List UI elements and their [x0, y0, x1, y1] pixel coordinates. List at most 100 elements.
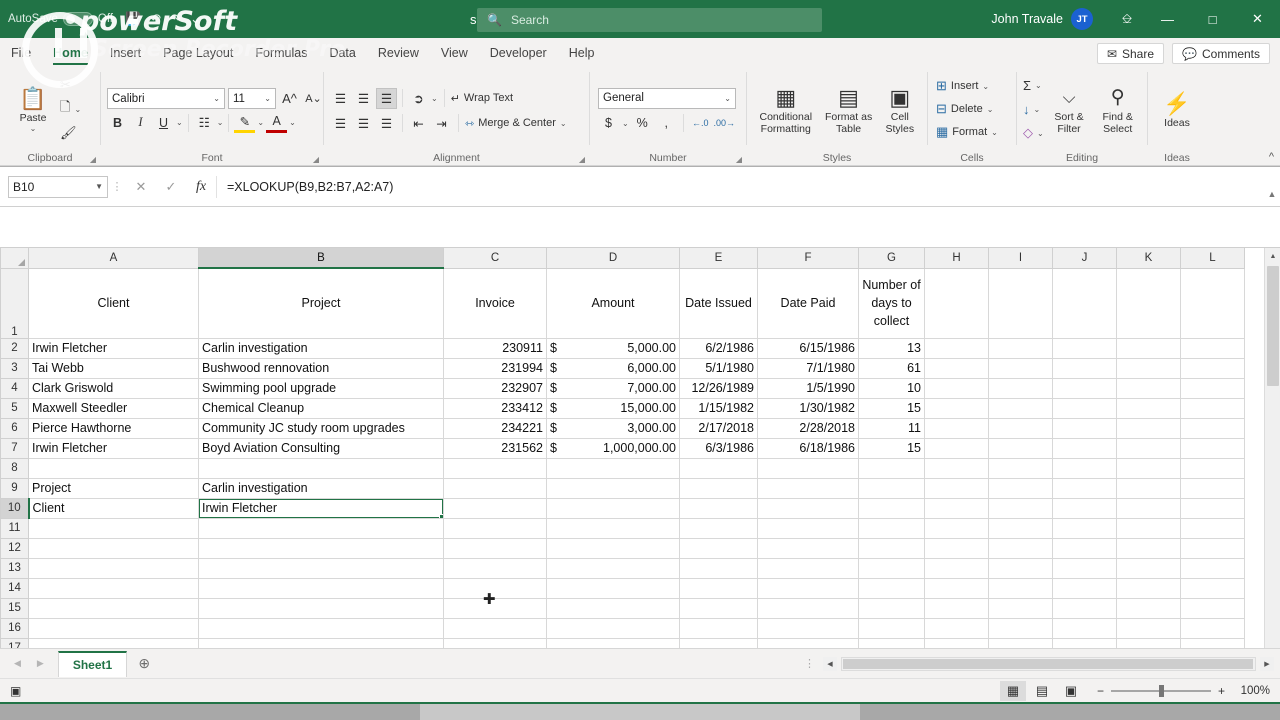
cell-d3[interactable]: $6,000.00	[546, 357, 680, 379]
copy-button[interactable]: 🗋 ⌄	[60, 98, 81, 120]
cell-c12[interactable]	[443, 537, 547, 559]
cell-l14[interactable]	[1180, 577, 1245, 599]
column-header-i[interactable]: I	[988, 248, 1053, 269]
cell-d15[interactable]	[546, 597, 680, 619]
cell-j2[interactable]	[1052, 337, 1117, 359]
cell-j7[interactable]	[1052, 437, 1117, 459]
cell-l16[interactable]	[1180, 617, 1245, 639]
cell-g12[interactable]	[858, 537, 925, 559]
italic-button[interactable]: I	[130, 112, 151, 133]
copy-chevron-down-icon[interactable]: ⌄	[74, 105, 81, 114]
cell-b10-selected[interactable]: Irwin Fletcher	[198, 497, 444, 519]
column-header-d[interactable]: D	[546, 248, 680, 269]
decrease-font-size-button[interactable]: A⌄	[303, 88, 324, 109]
cell-d1[interactable]: Amount	[546, 267, 680, 339]
cell-g9[interactable]	[858, 477, 925, 499]
row-header-4[interactable]: 4	[0, 377, 29, 399]
save-icon[interactable]: 💾	[125, 11, 141, 27]
cell-e6[interactable]: 2/17/2018	[679, 417, 758, 439]
cell-a7[interactable]: Irwin Fletcher	[28, 437, 199, 459]
underline-chevron-down-icon[interactable]: ⌄	[176, 118, 183, 127]
cell-d12[interactable]	[546, 537, 680, 559]
cell-h13[interactable]	[924, 557, 989, 579]
add-sheet-button[interactable]: ⊕	[127, 655, 161, 672]
merge-center-chevron-down-icon[interactable]: ⌄	[560, 119, 567, 128]
cut-button[interactable]: ✂	[60, 74, 81, 96]
cell-i1[interactable]	[988, 267, 1053, 339]
cell-a6[interactable]: Pierce Hawthorne	[28, 417, 199, 439]
merge-center-button[interactable]: ⇿ Merge & Center ⌄	[465, 112, 567, 134]
cell-g10[interactable]	[858, 497, 925, 519]
cell-k16[interactable]	[1116, 617, 1181, 639]
find-select-button[interactable]: ⚲ Find & Select	[1094, 83, 1141, 135]
cell-j14[interactable]	[1052, 577, 1117, 599]
horizontal-scroll-thumb[interactable]	[843, 658, 1253, 669]
insert-function-icon[interactable]: fx	[186, 176, 216, 198]
cell-a1[interactable]: Client	[28, 267, 199, 339]
cell-j1[interactable]	[1052, 267, 1117, 339]
number-format-chevron-down-icon[interactable]: ⌄	[724, 94, 731, 103]
cell-c4[interactable]: 232907	[443, 377, 547, 399]
page-layout-view-icon[interactable]: ▤	[1029, 681, 1055, 701]
cell-k10[interactable]	[1116, 497, 1181, 519]
zoom-slider-thumb[interactable]	[1158, 684, 1164, 697]
sort-filter-button[interactable]: ⌵ Sort & Filter	[1046, 83, 1093, 135]
autosave-toggle[interactable]: AutoSave Off	[8, 12, 113, 26]
cell-h8[interactable]	[924, 457, 989, 479]
tab-page-layout[interactable]: Page Layout	[152, 40, 244, 66]
tab-data[interactable]: Data	[318, 40, 366, 66]
paste-button[interactable]: 📋 Paste ⌄	[6, 84, 60, 133]
paste-chevron-down-icon[interactable]: ⌄	[30, 124, 37, 133]
vertical-scrollbar[interactable]: ▲	[1264, 248, 1280, 648]
font-color-chevron-down-icon[interactable]: ⌄	[289, 118, 296, 127]
cell-b13[interactable]	[198, 557, 444, 579]
format-chevron-down-icon[interactable]: ⌄	[991, 128, 998, 137]
cell-l11[interactable]	[1180, 517, 1245, 539]
cell-l7[interactable]	[1180, 437, 1245, 459]
cell-i15[interactable]	[988, 597, 1053, 619]
cell-g2[interactable]: 13	[858, 337, 925, 359]
cell-d2[interactable]: $5,000.00	[546, 337, 680, 359]
cell-a8[interactable]	[28, 457, 199, 479]
cell-d4[interactable]: $7,000.00	[546, 377, 680, 399]
fill-chevron-down-icon[interactable]: ⌄	[1034, 105, 1041, 114]
collapse-ribbon-icon[interactable]: ^	[1269, 151, 1274, 163]
wrap-text-button[interactable]: ↵ Wrap Text	[451, 87, 513, 109]
cell-i12[interactable]	[988, 537, 1053, 559]
align-left-icon[interactable]: ☰	[330, 113, 351, 134]
comma-style-icon[interactable]: ,	[656, 113, 677, 134]
cell-l6[interactable]	[1180, 417, 1245, 439]
clipboard-dialog-launcher[interactable]: ◢	[90, 155, 96, 164]
cell-k5[interactable]	[1116, 397, 1181, 419]
cell-f5[interactable]: 1/30/1982	[757, 397, 859, 419]
cell-b11[interactable]	[198, 517, 444, 539]
cell-j10[interactable]	[1052, 497, 1117, 519]
cell-i8[interactable]	[988, 457, 1053, 479]
cell-b15[interactable]	[198, 597, 444, 619]
cell-a16[interactable]	[28, 617, 199, 639]
search-input[interactable]: Search	[511, 13, 549, 27]
delete-chevron-down-icon[interactable]: ⌄	[987, 105, 994, 114]
cell-b8[interactable]	[198, 457, 444, 479]
fill-handle[interactable]	[439, 513, 443, 517]
cell-d6[interactable]: $3,000.00	[546, 417, 680, 439]
cell-k13[interactable]	[1116, 557, 1181, 579]
select-all-button[interactable]	[0, 248, 29, 269]
cell-j15[interactable]	[1052, 597, 1117, 619]
insert-cells-button[interactable]: ⊞ Insert ⌄	[936, 75, 989, 97]
cell-c9[interactable]	[443, 477, 547, 499]
cell-h2[interactable]	[924, 337, 989, 359]
tab-developer[interactable]: Developer	[479, 40, 558, 66]
cell-d10[interactable]	[546, 497, 680, 519]
tab-insert[interactable]: Insert	[99, 40, 152, 66]
formula-input[interactable]: =XLOOKUP(B9,B2:B7,A2:A7)	[216, 175, 1264, 198]
cell-h15[interactable]	[924, 597, 989, 619]
format-as-table-button[interactable]: ▤ Format as Table	[823, 83, 875, 135]
tab-formulas[interactable]: Formulas	[244, 40, 318, 66]
avatar[interactable]: JT	[1071, 8, 1093, 30]
column-header-k[interactable]: K	[1116, 248, 1181, 269]
borders-icon[interactable]: ☷	[194, 112, 215, 133]
cell-f4[interactable]: 1/5/1990	[757, 377, 859, 399]
cell-b6[interactable]: Community JC study room upgrades	[198, 417, 444, 439]
cell-a14[interactable]	[28, 577, 199, 599]
